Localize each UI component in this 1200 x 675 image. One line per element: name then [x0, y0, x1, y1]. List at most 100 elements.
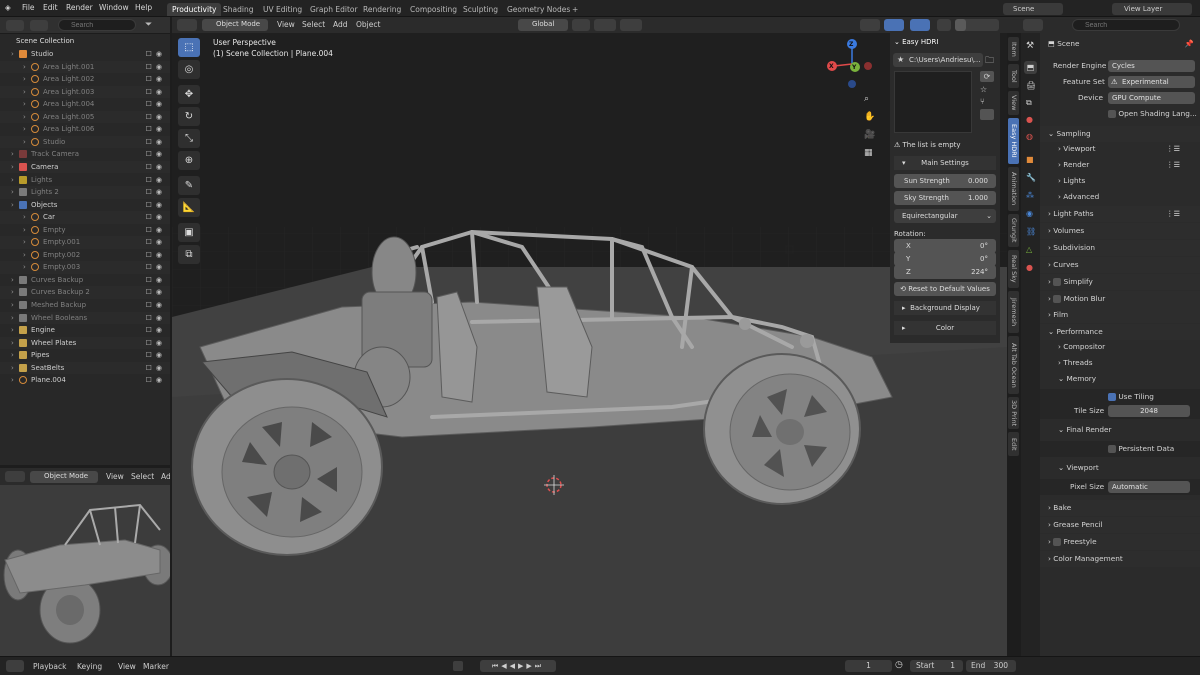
expand-arrow-icon[interactable]: ›	[11, 312, 14, 325]
pan-hand-icon[interactable]: ✋	[864, 112, 875, 122]
outliner-item[interactable]: › Empty.003 ☐◉	[0, 261, 170, 274]
menu-object[interactable]: Object	[356, 20, 380, 29]
bake-section[interactable]: › Bake	[1040, 500, 1200, 516]
solid-shading-icon[interactable]	[955, 19, 966, 31]
menu-select[interactable]: Select	[131, 472, 154, 481]
expand-arrow-icon[interactable]: ›	[11, 299, 14, 312]
image-icon[interactable]	[980, 109, 994, 120]
outliner-item[interactable]: › Engine ☐◉	[0, 324, 170, 337]
editor-type-button[interactable]	[6, 20, 24, 31]
visibility-button[interactable]	[860, 19, 880, 31]
outliner-item[interactable]: › Empty.001 ☐◉	[0, 236, 170, 249]
expand-arrow-icon[interactable]: ›	[23, 261, 26, 274]
freestyle-section[interactable]: › Freestyle	[1040, 534, 1200, 550]
add-object-tool[interactable]: ⧉	[178, 245, 200, 264]
outliner-item[interactable]: › Empty.002 ☐◉	[0, 249, 170, 262]
expand-arrow-icon[interactable]: ›	[11, 148, 14, 161]
blender-logo-icon[interactable]: ◈	[5, 3, 11, 12]
expand-arrow-icon[interactable]: ›	[23, 236, 26, 249]
constraints-icon[interactable]: ⛓	[1026, 227, 1036, 236]
list-icon[interactable]: ⋮☰	[1166, 206, 1180, 222]
expand-arrow-icon[interactable]: ›	[11, 337, 14, 350]
freestyle-checkbox[interactable]	[1053, 538, 1062, 546]
outliner-search-input[interactable]	[58, 19, 136, 31]
tab-edit[interactable]: Edit	[1008, 432, 1019, 456]
light-paths-section[interactable]: › Light Paths ⋮☰	[1040, 206, 1200, 222]
expand-arrow-icon[interactable]: ›	[11, 349, 14, 362]
proportional-edit-button[interactable]	[620, 19, 642, 31]
visibility-toggle-icon[interactable]: ☐◉	[146, 337, 166, 350]
outliner-item[interactable]: › Curves Backup ☐◉	[0, 274, 170, 287]
outliner-item[interactable]: › Plane.004 ☐◉	[0, 374, 170, 387]
device-dropdown[interactable]: GPU Compute	[1108, 92, 1195, 104]
visibility-toggle-icon[interactable]: ☐◉	[146, 274, 166, 287]
outliner-item[interactable]: › Area Light.003 ☐◉	[0, 85, 170, 99]
visibility-toggle-icon[interactable]: ☐◉	[146, 211, 166, 224]
list-icon[interactable]: ⋮☰	[1166, 141, 1180, 157]
visibility-toggle-icon[interactable]: ☐◉	[146, 286, 166, 299]
visibility-toggle-icon[interactable]: ☐◉	[146, 48, 166, 61]
sun-strength-field[interactable]: Sun Strength 0.000	[894, 174, 996, 188]
osl-row[interactable]: Open Shading Lang...	[1040, 106, 1200, 122]
zoom-icon[interactable]: ⌕	[864, 94, 869, 104]
outliner-item[interactable]: › Studio ☐◉	[0, 135, 170, 149]
select-box-tool[interactable]: ⬚	[178, 38, 200, 57]
tab-easy-hdri[interactable]: Easy HDRI	[1008, 118, 1019, 164]
outliner-item[interactable]: › Pipes ☐◉	[0, 349, 170, 362]
clock-icon[interactable]: ◷	[895, 660, 903, 670]
visibility-toggle-icon[interactable]: ☐◉	[146, 123, 166, 136]
editor-type-button[interactable]	[5, 471, 25, 482]
outliner-item[interactable]: › Car ☐◉	[0, 211, 170, 224]
marker-menu[interactable]: Marker	[143, 662, 169, 671]
feature-set-dropdown[interactable]: Experimental	[1108, 76, 1195, 88]
visibility-toggle-icon[interactable]: ☐◉	[146, 174, 166, 187]
visibility-toggle-icon[interactable]: ☐◉	[146, 236, 166, 249]
expand-arrow-icon[interactable]: ›	[23, 123, 26, 136]
motion-blur-checkbox[interactable]	[1053, 295, 1062, 303]
material-icon[interactable]: ●	[1026, 263, 1033, 272]
playback-controls[interactable]: ⏮◀◀▶▶⏭	[480, 660, 556, 672]
keying-menu[interactable]: Keying	[77, 662, 102, 671]
subdivision-section[interactable]: › Subdivision	[1040, 240, 1200, 256]
expand-arrow-icon[interactable]: ›	[23, 61, 26, 74]
sky-strength-field[interactable]: Sky Strength 1.000	[894, 191, 996, 205]
snap-button[interactable]	[594, 19, 616, 31]
sampling-advanced-subsection[interactable]: › Advanced	[1040, 189, 1200, 205]
memory-subsection[interactable]: ⌄ Memory	[1040, 371, 1200, 387]
outliner-item[interactable]: › Area Light.006 ☐◉	[0, 123, 170, 136]
list-icon[interactable]: ⋮☰	[1166, 157, 1180, 173]
expand-arrow-icon[interactable]: ›	[23, 73, 26, 86]
rotation-y-field[interactable]: Y 0°	[894, 252, 996, 266]
mode-dropdown[interactable]: Object Mode	[30, 471, 98, 483]
tab-shading[interactable]: Shading	[218, 3, 258, 16]
outliner-item[interactable]: › Lights ☐◉	[0, 174, 170, 187]
expand-arrow-icon[interactable]: ›	[11, 274, 14, 287]
display-mode-button[interactable]	[30, 20, 48, 31]
reset-defaults-button[interactable]: ⟲ Reset to Default Values	[894, 282, 996, 296]
menu-render[interactable]: Render	[66, 3, 93, 12]
cursor-tool[interactable]: ◎	[178, 60, 200, 79]
tab-uv-editing[interactable]: UV Editing	[258, 3, 307, 16]
menu-view[interactable]: View	[277, 20, 295, 29]
grease-pencil-section[interactable]: › Grease Pencil	[1040, 517, 1200, 533]
physics-icon[interactable]: ◉	[1026, 209, 1033, 218]
visibility-toggle-icon[interactable]: ☐◉	[146, 299, 166, 312]
persistent-data-row[interactable]: Persistent Data	[1040, 441, 1200, 457]
sampling-viewport-subsection[interactable]: › Viewport ⋮☰	[1040, 141, 1200, 157]
tab-animation[interactable]: Animation	[1008, 167, 1019, 211]
move-tool[interactable]: ✥	[178, 85, 200, 104]
outliner-item[interactable]: › SeatBelts ☐◉	[0, 361, 170, 375]
mode-dropdown[interactable]: Object Mode	[202, 19, 268, 31]
expand-arrow-icon[interactable]: ›	[11, 362, 14, 375]
tile-size-field[interactable]: 2048	[1108, 405, 1190, 417]
curves-section[interactable]: › Curves	[1040, 257, 1200, 273]
view-layer-icon[interactable]: ⧉	[1026, 98, 1032, 108]
visibility-toggle-icon[interactable]: ☐◉	[146, 148, 166, 161]
tab-3d-print[interactable]: 3D Print	[1008, 397, 1019, 429]
menu-help[interactable]: Help	[135, 3, 152, 12]
menu-edit[interactable]: Edit	[43, 3, 58, 12]
modifier-icon[interactable]: 🔧	[1026, 173, 1036, 182]
expand-arrow-icon[interactable]: ›	[23, 86, 26, 99]
transform-tool[interactable]: ⊕	[178, 151, 200, 170]
menu-file[interactable]: File	[22, 3, 35, 12]
